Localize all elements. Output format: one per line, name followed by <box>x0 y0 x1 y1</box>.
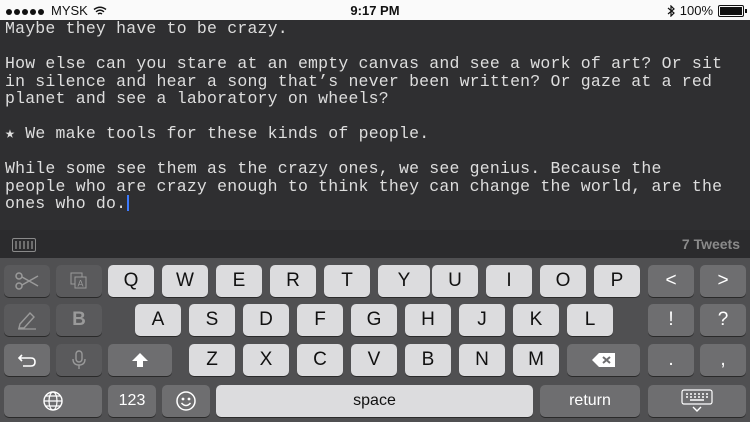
emoji-button[interactable] <box>162 385 210 417</box>
cut-button[interactable] <box>4 265 50 297</box>
emoji-icon <box>175 390 197 412</box>
bold-button[interactable]: B <box>56 304 102 336</box>
undo-button[interactable] <box>4 344 50 376</box>
key-m[interactable]: M <box>513 344 559 376</box>
dismiss-keyboard-button[interactable] <box>648 385 746 417</box>
key-less-than[interactable]: < <box>648 265 694 297</box>
copy-button[interactable]: A <box>56 265 102 297</box>
key-v[interactable]: V <box>351 344 397 376</box>
bluetooth-icon <box>667 4 675 17</box>
numbers-button[interactable]: 123 <box>108 385 156 417</box>
tweet-count: 7 Tweets <box>681 236 740 252</box>
key-exclamation[interactable]: ! <box>648 304 694 336</box>
key-z[interactable]: Z <box>189 344 235 376</box>
key-y[interactable]: Y <box>378 265 430 297</box>
key-period[interactable]: . <box>648 344 694 376</box>
key-greater-than[interactable]: > <box>700 265 746 297</box>
text-cursor <box>127 195 130 211</box>
text-line: people who are crazy enough to think the… <box>5 176 723 196</box>
key-j[interactable]: J <box>459 304 505 336</box>
text-line: ones who do. <box>5 194 127 213</box>
key-x[interactable]: X <box>243 344 289 376</box>
key-i[interactable]: I <box>486 265 532 297</box>
key-a[interactable]: A <box>135 304 181 336</box>
text-line: Maybe they have to be crazy. <box>5 19 288 38</box>
key-k[interactable]: K <box>513 304 559 336</box>
copy-icon: A <box>70 272 88 290</box>
shift-arrow-icon <box>131 352 149 368</box>
text-line: planet and see a laboratory on wheels? <box>5 89 389 108</box>
pen-icon <box>16 310 38 330</box>
key-h[interactable]: H <box>405 304 451 336</box>
return-button[interactable]: return <box>540 385 640 417</box>
text-line: How else can you stare at an empty canva… <box>5 54 723 73</box>
battery-percentage: 100% <box>679 3 713 18</box>
svg-text:A: A <box>78 279 84 289</box>
scissors-icon <box>14 272 40 290</box>
key-w[interactable]: W <box>162 265 208 297</box>
key-p[interactable]: P <box>594 265 640 297</box>
key-c[interactable]: C <box>297 344 343 376</box>
key-s[interactable]: S <box>189 304 235 336</box>
status-time: 9:17 PM <box>350 3 400 18</box>
key-u[interactable]: U <box>432 265 478 297</box>
backspace-icon <box>591 351 617 369</box>
key-d[interactable]: D <box>243 304 289 336</box>
globe-button[interactable] <box>4 385 102 417</box>
keyboard: A Q W E R T Y U I O P < > B A S D F G H … <box>0 258 750 422</box>
keyboard-dismiss-icon <box>681 389 713 413</box>
key-n[interactable]: N <box>459 344 505 376</box>
editor-text[interactable]: Maybe they have to be crazy. How else ca… <box>5 20 747 213</box>
markdown-button[interactable] <box>4 304 50 336</box>
key-o[interactable]: O <box>540 265 586 297</box>
status-bar: MYSK 9:17 PM 100% <box>0 0 750 20</box>
accessory-bar: 7 Tweets <box>0 230 750 258</box>
dictation-button[interactable] <box>56 344 102 376</box>
key-g[interactable]: G <box>351 304 397 336</box>
text-line: in silence and hear a song that’s never … <box>5 71 713 91</box>
text-line: While some see them as the crazy ones, w… <box>5 159 662 178</box>
delete-button[interactable] <box>567 344 640 376</box>
text-line-last: ones who do. <box>5 195 747 213</box>
shift-button[interactable] <box>108 344 172 376</box>
key-l[interactable]: L <box>567 304 613 336</box>
key-b[interactable]: B <box>405 344 451 376</box>
globe-icon <box>42 390 64 412</box>
keyboard-toggle-icon[interactable] <box>12 238 36 252</box>
key-comma[interactable]: , <box>700 344 746 376</box>
key-f[interactable]: F <box>297 304 343 336</box>
text-line: ★ We make tools for these kinds of peopl… <box>5 124 430 143</box>
microphone-icon <box>72 350 86 370</box>
key-t[interactable]: T <box>324 265 370 297</box>
key-question[interactable]: ? <box>700 304 746 336</box>
text-editor[interactable]: Maybe they have to be crazy. How else ca… <box>0 20 750 230</box>
key-r[interactable]: R <box>270 265 316 297</box>
key-e[interactable]: E <box>216 265 262 297</box>
battery-icon <box>718 4 747 17</box>
undo-icon <box>17 352 37 368</box>
key-q[interactable]: Q <box>108 265 154 297</box>
space-bar[interactable]: space <box>216 385 533 417</box>
